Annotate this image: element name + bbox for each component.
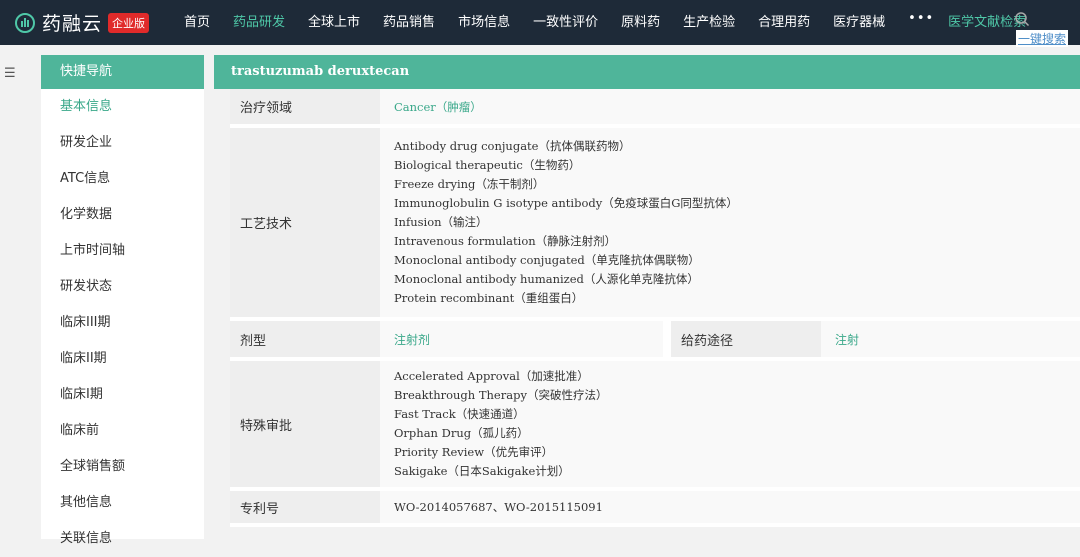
sidebar-item[interactable]: 全球销售额	[41, 449, 204, 485]
nav-item[interactable]: 药品研发	[233, 11, 285, 30]
dosage-form-label: 剂型	[230, 321, 380, 357]
row-therapy-area: 治疗领域 Cancer（肿瘤）	[230, 89, 1080, 128]
special-review-item: Accelerated Approval（加速批准）	[394, 369, 589, 383]
technology-item: Intravenous formulation（静脉注射剂）	[394, 234, 617, 248]
brand-name: 药融云	[42, 13, 103, 35]
sidebar-item[interactable]: 研发企业	[41, 125, 204, 161]
technology-item: Protein recombinant（重组蛋白）	[394, 291, 584, 305]
nav-more-icon[interactable]: •••	[908, 11, 934, 30]
technology-item: Antibody drug conjugate（抗体偶联药物）	[394, 139, 631, 153]
sidebar: 快捷导航 基本信息 研发企业 ATC信息 化学数据 上市时间轴 研发状态 临床III期 临床I…	[41, 55, 204, 546]
info-table: 治疗领域 Cancer（肿瘤） 工艺技术 Antibody drug conju…	[230, 89, 1080, 527]
special-review-item: Orphan Drug（孤儿药）	[394, 426, 529, 440]
sidebar-item[interactable]: ATC信息	[41, 161, 204, 197]
technology-item: Freeze drying（冻干制剂）	[394, 177, 545, 191]
special-review-label: 特殊审批	[230, 361, 380, 487]
route-value[interactable]: 注射	[821, 321, 1080, 357]
sidebar-header: 快捷导航	[41, 55, 204, 89]
main-nav: 首页 药品研发 全球上市 药品销售 市场信息 一致性评价 原料药 生产检验 合理用药 医疗器械 ••…	[184, 11, 1026, 30]
technology-item: Infusion（输注）	[394, 215, 488, 229]
nav-item[interactable]: 医疗器械	[833, 11, 885, 30]
nav-item[interactable]: 首页	[184, 11, 210, 30]
menu-icon[interactable]: ☰	[4, 66, 16, 81]
technology-item: Immunoglobulin G isotype antibody（免疫球蛋白G…	[394, 196, 738, 210]
search-icon[interactable]	[1014, 11, 1030, 27]
sidebar-item[interactable]: 研发状态	[41, 269, 204, 305]
drug-title: trastuzumab deruxtecan	[214, 55, 1080, 89]
sidebar-item[interactable]: 化学数据	[41, 197, 204, 233]
dosage-form-value[interactable]: 注射剂	[380, 321, 663, 357]
technology-label: 工艺技术	[230, 128, 380, 317]
therapy-area-label: 治疗领域	[230, 89, 380, 124]
nav-item[interactable]: 合理用药	[758, 11, 810, 30]
row-technology: 工艺技术 Antibody drug conjugate（抗体偶联药物） Biol…	[230, 128, 1080, 321]
therapy-area-value[interactable]: Cancer（肿瘤）	[380, 89, 1080, 124]
special-review-item: Fast Track（快速通道）	[394, 407, 525, 421]
sidebar-item[interactable]: 其他信息	[41, 485, 204, 521]
nav-item[interactable]: 药品销售	[383, 11, 435, 30]
special-review-values: Accelerated Approval（加速批准） Breakthrough T…	[380, 361, 1080, 487]
patent-value: WO-2014057687、WO-2015115091	[380, 491, 1080, 523]
route-label: 给药途径	[671, 321, 821, 357]
sidebar-item[interactable]: 关联信息	[41, 521, 204, 557]
row-special-review: 特殊审批 Accelerated Approval（加速批准） Breakthro…	[230, 361, 1080, 491]
technology-item: Monoclonal antibody humanized（人源化单克隆抗体）	[394, 272, 699, 286]
sidebar-item[interactable]: 基本信息	[41, 89, 204, 125]
sidebar-item[interactable]: 临床III期	[41, 305, 204, 341]
sidebar-item[interactable]: 临床前	[41, 413, 204, 449]
logo-icon	[15, 12, 35, 33]
nav-item[interactable]: 一致性评价	[533, 11, 598, 30]
nav-item[interactable]: 市场信息	[458, 11, 510, 30]
sidebar-item[interactable]: 临床II期	[41, 341, 204, 377]
logo[interactable]: 药融云 企业版	[14, 9, 150, 36]
technology-item: Monoclonal antibody conjugated（单克隆抗体偶联物）	[394, 253, 700, 267]
sidebar-item[interactable]: 临床I期	[41, 377, 204, 413]
special-review-item: Priority Review（优先审评）	[394, 445, 554, 459]
nav-item[interactable]: 生产检验	[683, 11, 735, 30]
row-dosage-route: 剂型 注射剂 给药途径 注射	[230, 321, 1080, 361]
nav-item[interactable]: 原料药	[621, 11, 660, 30]
main-content: trastuzumab deruxtecan 治疗领域 Cancer（肿瘤） 工…	[214, 55, 1080, 539]
patent-label: 专利号	[230, 491, 380, 523]
row-patent: 专利号 WO-2014057687、WO-2015115091	[230, 491, 1080, 527]
special-review-item: Sakigake（日本Sakigake计划）	[394, 464, 570, 478]
technology-item: Biological therapeutic（生物药）	[394, 158, 581, 172]
technology-values: Antibody drug conjugate（抗体偶联药物） Biologica…	[380, 128, 1080, 317]
special-review-item: Breakthrough Therapy（突破性疗法）	[394, 388, 608, 402]
top-bar: 药融云 企业版 首页 药品研发 全球上市 药品销售 市场信息 一致性评价 原料药 生产检验 合理…	[0, 0, 1080, 45]
nav-item[interactable]: 全球上市	[308, 11, 360, 30]
one-click-search-link[interactable]: 一键搜索	[1015, 30, 1068, 47]
edition-badge: 企业版	[108, 12, 150, 33]
sidebar-item[interactable]: 上市时间轴	[41, 233, 204, 269]
